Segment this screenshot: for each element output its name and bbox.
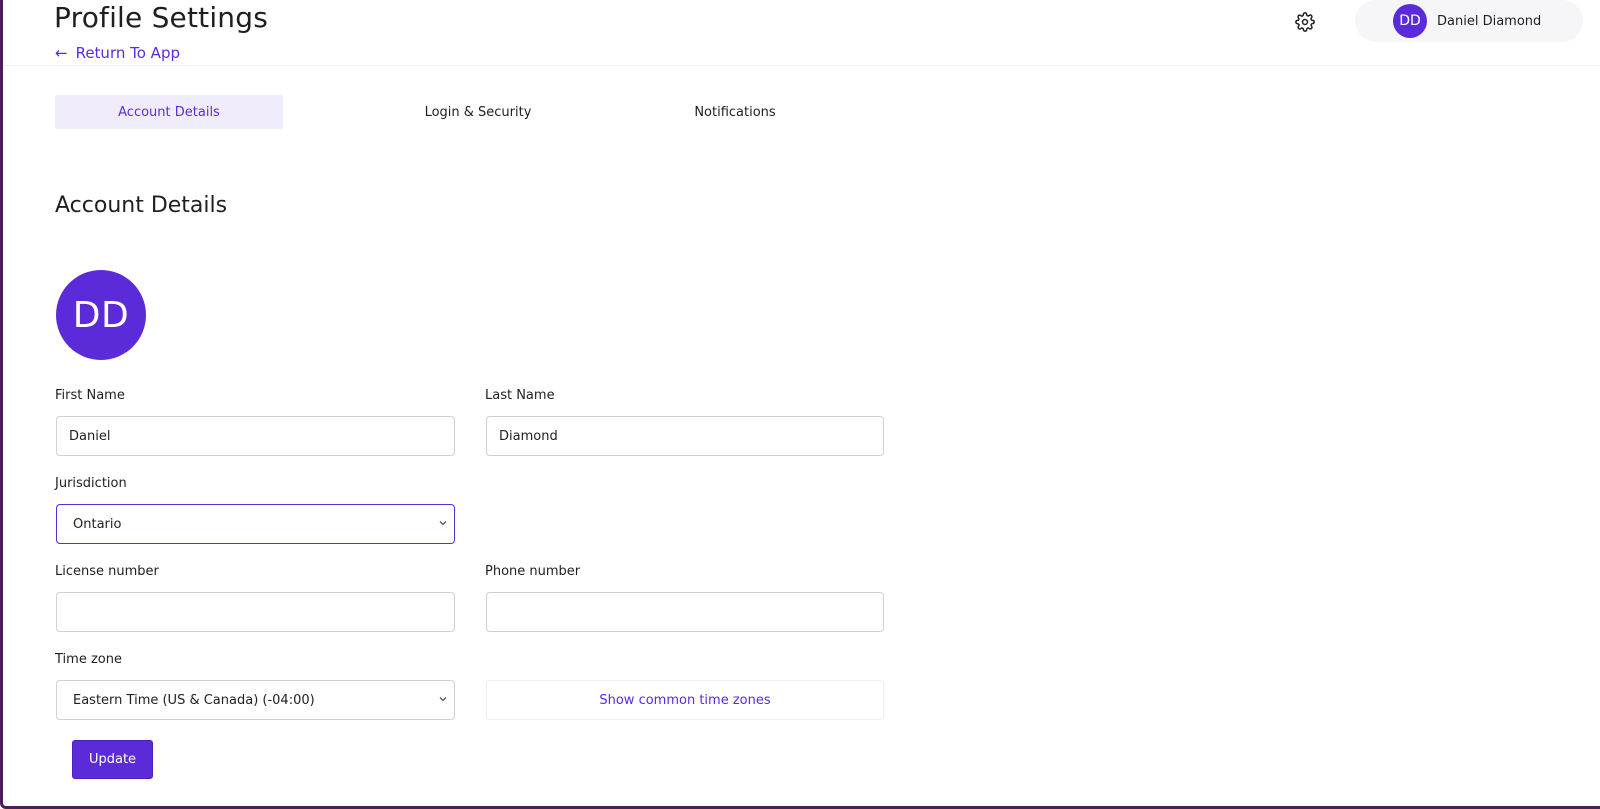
- profile-settings-page: Profile Settings ← Return To App DD Dani…: [0, 0, 1600, 809]
- section-title: Account Details: [55, 193, 228, 218]
- last-name-label: Last Name: [485, 388, 555, 403]
- jurisdiction-label: Jurisdiction: [55, 476, 127, 491]
- time-zone-value: Eastern Time (US & Canada) (-04:00): [73, 692, 315, 708]
- time-zone-select[interactable]: Eastern Time (US & Canada) (-04:00): [56, 680, 455, 720]
- user-name: Daniel Diamond: [1437, 13, 1542, 29]
- chevron-down-icon: [439, 521, 447, 526]
- phone-number-label: Phone number: [485, 564, 581, 579]
- first-name-field[interactable]: [56, 416, 455, 456]
- profile-avatar[interactable]: DD: [56, 270, 146, 360]
- jurisdiction-value: Ontario: [73, 516, 122, 532]
- user-menu[interactable]: DD Daniel Diamond: [1355, 0, 1583, 42]
- license-number-field[interactable]: [56, 592, 455, 632]
- page-title: Profile Settings: [54, 1, 269, 34]
- time-zone-label: Time zone: [55, 652, 122, 667]
- tab-account-details[interactable]: Account Details: [55, 95, 283, 129]
- return-to-app-label: Return To App: [75, 44, 180, 62]
- settings-tabs: Account Details Login & Security Notific…: [54, 95, 814, 129]
- first-name-label: First Name: [55, 388, 125, 403]
- arrow-left-icon: ←: [55, 43, 68, 62]
- avatar: DD: [1393, 4, 1427, 38]
- show-common-time-zones-button[interactable]: Show common time zones: [486, 680, 884, 720]
- tab-login-security[interactable]: Login & Security: [364, 95, 592, 129]
- license-number-label: License number: [55, 564, 159, 579]
- jurisdiction-select[interactable]: Ontario: [56, 504, 455, 544]
- gear-icon[interactable]: [1295, 12, 1315, 32]
- tab-notifications[interactable]: Notifications: [621, 95, 849, 129]
- page-header: Profile Settings ← Return To App DD Dani…: [3, 0, 1600, 66]
- last-name-field[interactable]: [486, 416, 884, 456]
- chevron-down-icon: [439, 697, 447, 702]
- return-to-app-link[interactable]: ← Return To App: [55, 44, 180, 62]
- update-button[interactable]: Update: [72, 740, 153, 779]
- phone-number-field[interactable]: [486, 592, 884, 632]
